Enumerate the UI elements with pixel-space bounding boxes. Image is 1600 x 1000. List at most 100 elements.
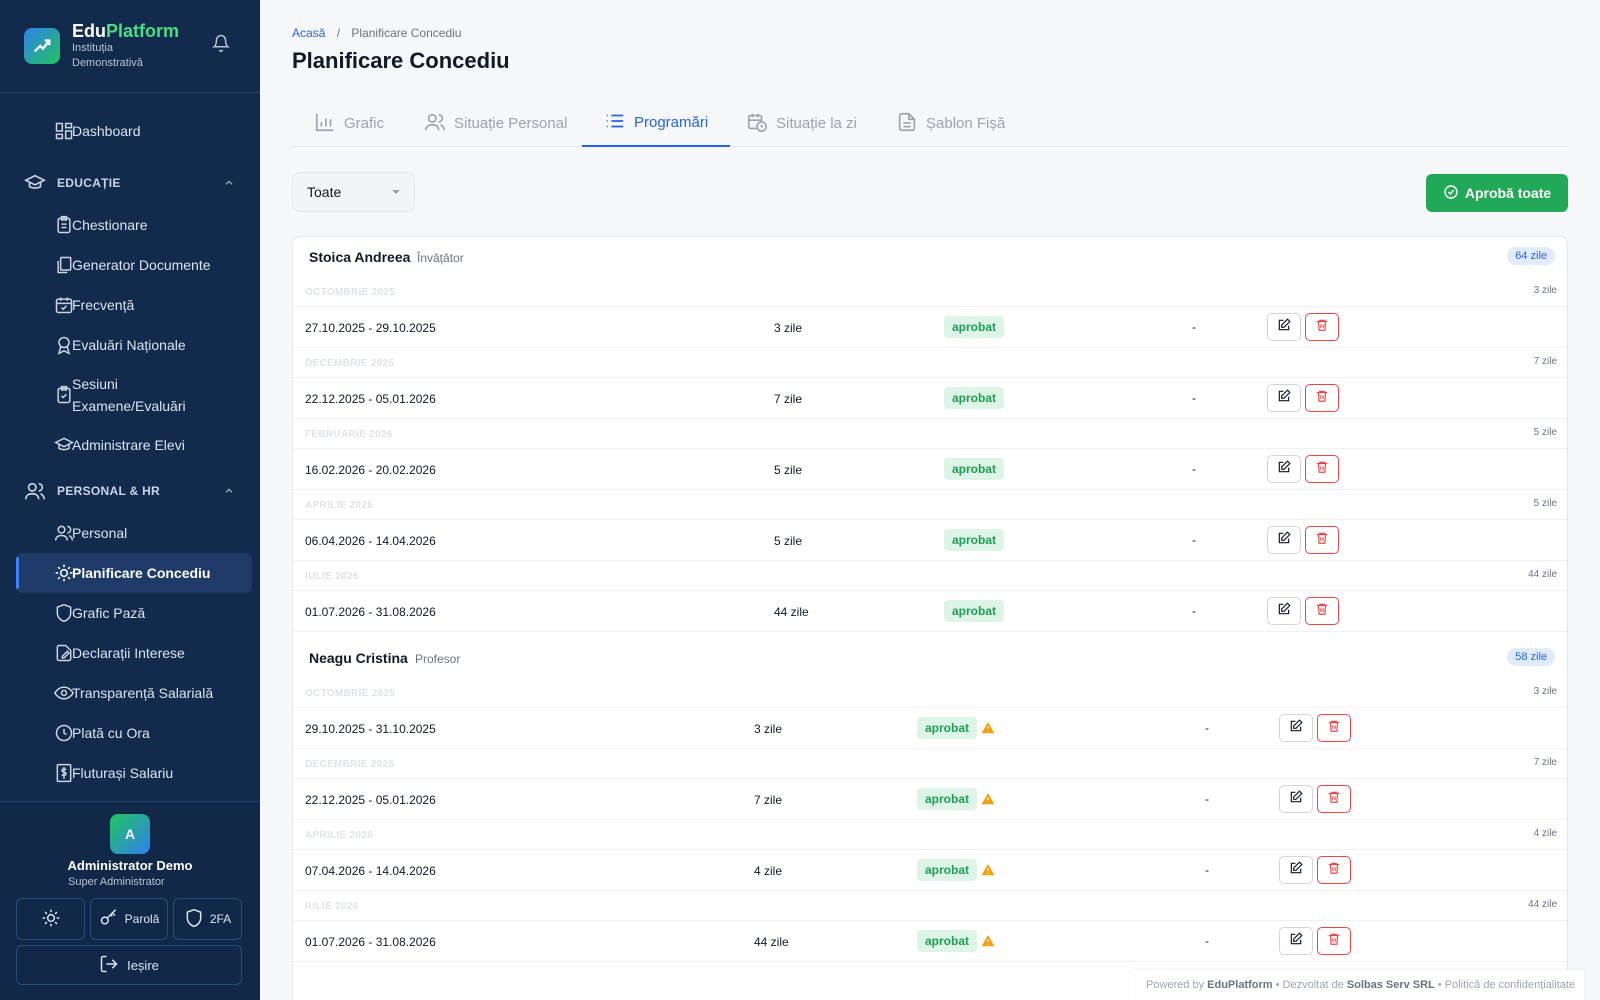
page-footer: Powered by EduPlatform • Dezvoltat de So… (1130, 970, 1584, 1000)
sidebar-item-administrare-elevi[interactable]: Administrare Elevi (16, 425, 252, 465)
month-days: 7 zile (1533, 757, 1557, 768)
delete-button[interactable] (1305, 526, 1339, 554)
trash-icon (1327, 790, 1341, 809)
sidebar-item-dashboard[interactable]: Dashboard (16, 111, 252, 151)
trash-icon (1327, 719, 1341, 738)
month-days: 5 zile (1533, 498, 1557, 509)
sidebar-item-frecventa[interactable]: Frecvență (16, 285, 252, 325)
table-row: 22.12.2025 - 05.01.2026 7 zile aprobat - (293, 779, 1567, 820)
leave-period: 22.12.2025 - 05.01.2026 (305, 392, 436, 406)
trash-icon (1315, 389, 1329, 408)
leave-period: 16.02.2026 - 20.02.2026 (305, 463, 436, 477)
bell-icon[interactable] (211, 34, 231, 57)
tab-situatie-la-zi[interactable]: Situație la zi (724, 100, 879, 147)
edit-button[interactable] (1267, 384, 1301, 412)
tab-grafic[interactable]: Grafic (292, 100, 406, 147)
approve-all-button[interactable]: Aprobă toate (1426, 174, 1568, 212)
password-button[interactable]: Parolă (90, 898, 168, 940)
leave-note: - (1205, 721, 1209, 735)
employee-role: Profesor (415, 652, 461, 666)
tab-programari[interactable]: Programări (582, 100, 731, 147)
sidebar-item-grafic-paza[interactable]: Grafic Pază (16, 593, 252, 633)
breadcrumb-current: Planificare Concediu (351, 26, 462, 40)
leave-note: - (1205, 863, 1209, 877)
tab-situatie-personal[interactable]: Situație Personal (402, 100, 589, 147)
tab-sablon-fisa[interactable]: Șablon Fișă (874, 100, 1027, 147)
warning-icon (981, 863, 995, 882)
app-logo[interactable] (24, 28, 60, 64)
footer-company: Solbas Serv SRL (1346, 979, 1435, 991)
approve-all-label: Aprobă toate (1464, 185, 1552, 201)
sidebar-item-label: Chestionare (72, 217, 148, 233)
delete-button[interactable] (1305, 313, 1339, 341)
sidebar-item-label: Declarații Interese (72, 645, 185, 661)
delete-button[interactable] (1305, 455, 1339, 483)
leave-period: 01.07.2026 - 31.08.2026 (305, 605, 436, 619)
delete-button[interactable] (1317, 856, 1351, 884)
edit-button[interactable] (1279, 714, 1313, 742)
status-badge: aprobat (944, 458, 1005, 480)
users-icon (24, 480, 46, 505)
status-badge: aprobat (944, 529, 1005, 551)
month-label: DECEMBRIE 2025 (305, 759, 395, 770)
privacy-policy-link[interactable]: Politică de confidențialitate (1445, 979, 1575, 991)
leave-days: 5 zile (774, 463, 803, 477)
month-label: DECEMBRIE 2025 (305, 358, 395, 369)
trash-icon (1327, 932, 1341, 951)
sidebar-item-planificare-concediu[interactable]: Planificare Concediu (16, 553, 252, 593)
delete-button[interactable] (1317, 785, 1351, 813)
sidebar-item-fluturasi-salariu[interactable]: Fluturași Salariu (16, 753, 252, 793)
sidebar-item-declaratii-interese[interactable]: Declarații Interese (16, 633, 252, 673)
calendar-check-icon (54, 295, 74, 318)
leave-days: 44 zile (774, 605, 809, 619)
edit-icon (1289, 789, 1303, 809)
employee-name: Neagu Cristina (309, 650, 408, 666)
sidebar-item-chestionare[interactable]: Chestionare (16, 205, 252, 245)
section-education[interactable]: EDUCAȚIE (0, 161, 260, 205)
sidebar-item-transparenta-salariala[interactable]: Transparență Salarială (16, 673, 252, 713)
status-badge: aprobat (917, 859, 978, 881)
sidebar-item-personal[interactable]: Personal (16, 513, 252, 553)
twofa-button[interactable]: 2FA (173, 898, 242, 940)
logout-label: Ieșire (127, 957, 159, 973)
month-days: 7 zile (1533, 356, 1557, 367)
sidebar-item-label: Plată cu Ora (72, 725, 150, 741)
delete-button[interactable] (1305, 597, 1339, 625)
sidebar-item-generator-documente[interactable]: Generator Documente (16, 245, 252, 285)
breadcrumb-separator: / (336, 26, 341, 40)
edit-button[interactable] (1267, 455, 1301, 483)
edit-button[interactable] (1267, 526, 1301, 554)
status-badge: aprobat (944, 387, 1005, 409)
edit-button[interactable] (1279, 785, 1313, 813)
sidebar-nav: Dashboard EDUCAȚIE Chestionare Generator… (0, 93, 260, 793)
sidebar-item-plata-cu-ora[interactable]: Plată cu Ora (16, 713, 252, 753)
theme-toggle-button[interactable] (16, 898, 85, 940)
delete-button[interactable] (1305, 384, 1339, 412)
employee-total-badge: 58 zile (1507, 648, 1555, 666)
edit-button[interactable] (1279, 856, 1313, 884)
leave-period: 27.10.2025 - 29.10.2025 (305, 321, 436, 335)
logout-button[interactable]: Ieșire (16, 945, 242, 985)
table-row: 16.02.2026 - 20.02.2026 5 zile aprobat - (293, 449, 1567, 490)
documents-icon (54, 255, 74, 278)
trash-icon (1315, 531, 1329, 550)
month-days: 44 zile (1528, 569, 1557, 580)
delete-button[interactable] (1317, 714, 1351, 742)
section-personal-hr[interactable]: PERSONAL & HR (0, 469, 260, 513)
breadcrumb-home-link[interactable]: Acasă (292, 26, 325, 40)
graduation-cap-icon (23, 172, 47, 197)
table-row: 01.07.2026 - 31.08.2026 44 zile aprobat … (293, 921, 1567, 962)
edit-button[interactable] (1279, 927, 1313, 955)
edit-button[interactable] (1267, 313, 1301, 341)
sidebar-item-sesiuni-examene[interactable]: Sesiuni Examene/Evaluări (16, 365, 252, 425)
leave-note: - (1192, 320, 1196, 334)
status-filter-select[interactable]: Toate (292, 172, 415, 212)
sidebar-item-evaluari-nationale[interactable]: Evaluări Naționale (16, 325, 252, 365)
leave-period: 29.10.2025 - 31.10.2025 (305, 722, 436, 736)
employee-name: Stoica Andreea (309, 249, 411, 265)
edit-button[interactable] (1267, 597, 1301, 625)
avatar[interactable]: A (110, 814, 150, 854)
delete-button[interactable] (1317, 927, 1351, 955)
table-row: 07.04.2026 - 14.04.2026 4 zile aprobat - (293, 850, 1567, 891)
sidebar-item-label: Grafic Pază (72, 605, 146, 621)
